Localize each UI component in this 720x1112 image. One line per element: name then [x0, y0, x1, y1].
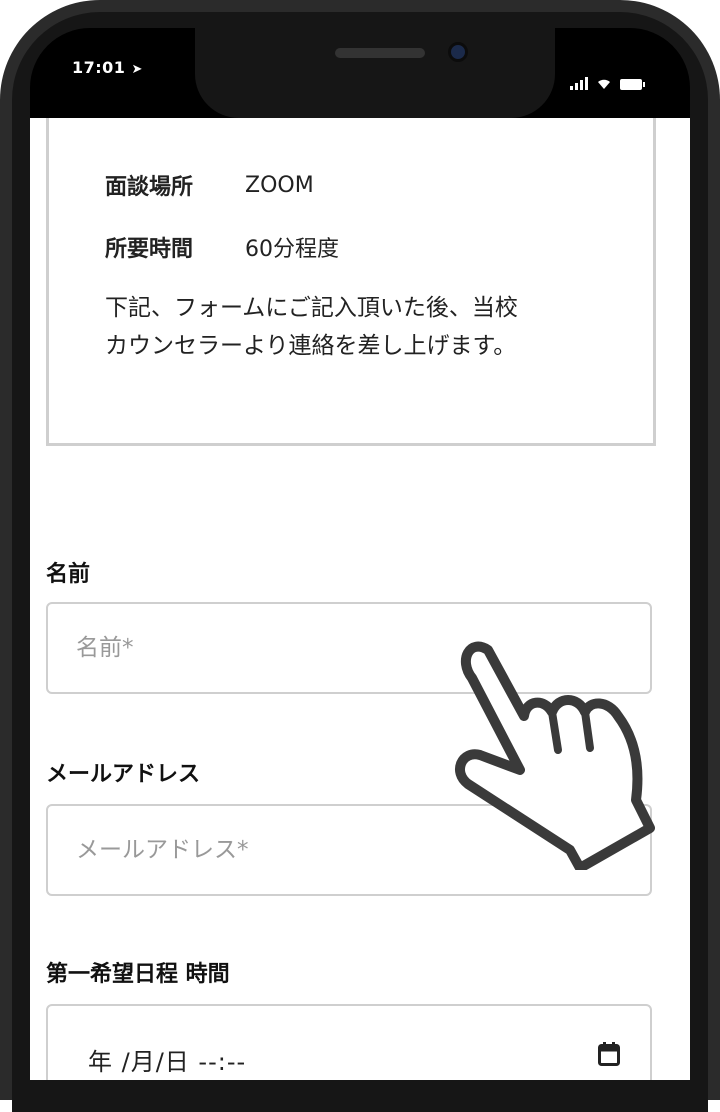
notch — [195, 26, 555, 118]
location-row: 面談場所 ZOOM — [105, 169, 314, 201]
info-description: 下記、フォームにご記入頂いた後、当校 カウンセラーより連絡を差し上げます。 — [105, 289, 625, 365]
hand-pointer-icon — [455, 641, 655, 870]
email-label: メールアドレス — [46, 762, 201, 787]
calendar-icon[interactable] — [598, 1042, 620, 1066]
status-time-text: 17:01 — [72, 58, 126, 77]
duration-value: 60分程度 — [245, 237, 339, 262]
datetime-input[interactable]: 年 /月/日 --:-- — [46, 1004, 652, 1080]
location-arrow-icon: ➤ — [131, 62, 143, 77]
speaker — [335, 48, 425, 58]
name-label: 名前 — [46, 562, 91, 587]
signal-icon — [570, 77, 588, 90]
screen: 面談場所 ZOOM 所要時間 60分程度 下記、フォームにご記入頂いた後、当校 … — [30, 118, 690, 1080]
interview-info-box: 面談場所 ZOOM 所要時間 60分程度 下記、フォームにご記入頂いた後、当校 … — [46, 118, 656, 446]
description-line-1: 下記、フォームにご記入頂いた後、当校 — [105, 295, 518, 321]
wifi-icon — [598, 79, 610, 89]
location-value: ZOOM — [245, 172, 314, 198]
status-time: 17:01 ➤ — [72, 58, 143, 77]
duration-row: 所要時間 60分程度 — [105, 231, 339, 263]
status-bar: 17:01 ➤ — [30, 26, 690, 118]
battery-icon — [620, 79, 645, 90]
duration-label: 所要時間 — [105, 237, 194, 262]
datetime-value: 年 /月/日 --:-- — [88, 1048, 247, 1076]
description-line-2: カウンセラーより連絡を差し上げます。 — [105, 333, 517, 359]
date-label: 第一希望日程 時間 — [46, 962, 230, 987]
front-camera — [448, 42, 468, 62]
location-label: 面談場所 — [105, 175, 194, 200]
status-icons — [570, 76, 645, 90]
